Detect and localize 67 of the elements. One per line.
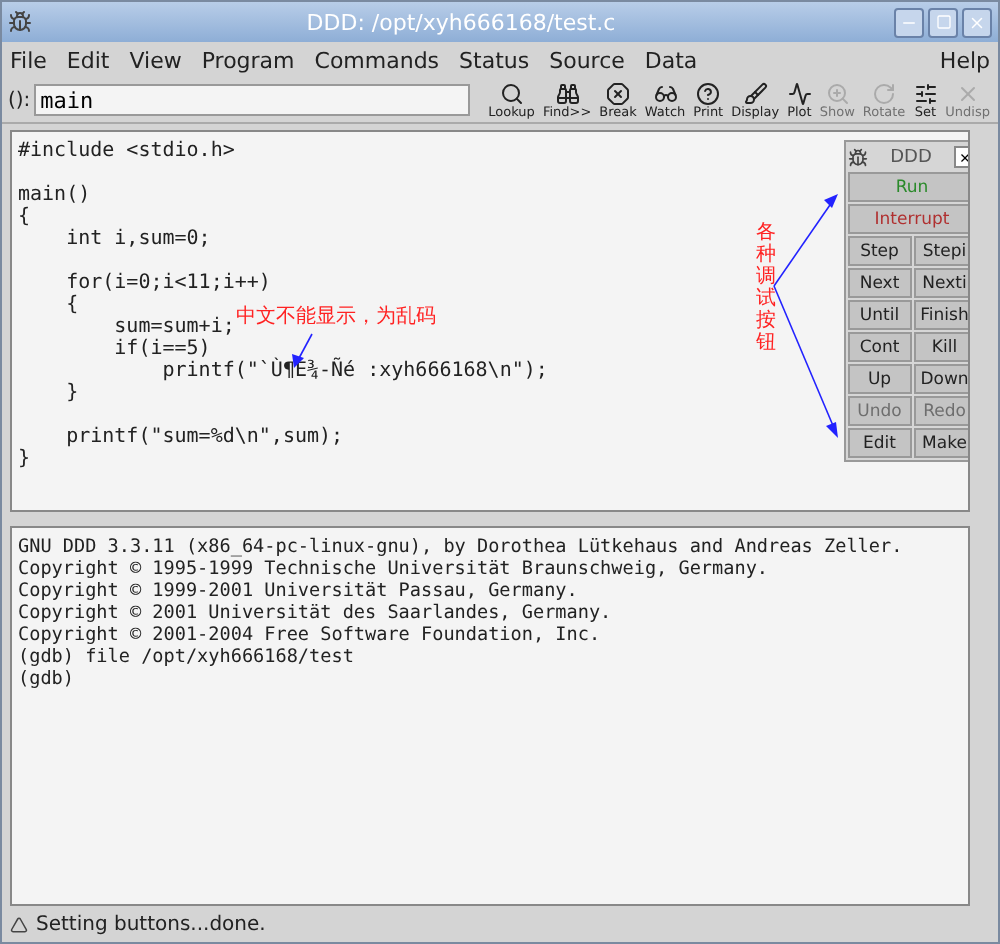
binoculars-icon [555, 81, 580, 105]
cross-icon [955, 81, 980, 105]
close-icon [968, 13, 986, 31]
question-icon [696, 81, 721, 105]
command-button[interactable]: Make [913, 428, 968, 458]
menu-item[interactable]: View [129, 47, 182, 73]
command-button[interactable]: Step [848, 236, 911, 266]
code-line: { [18, 206, 31, 228]
brush-icon [743, 81, 768, 105]
code-line: int i,sum=0; [64, 228, 211, 250]
rotate-icon [872, 81, 897, 105]
wave-icon [787, 81, 812, 105]
menu-item[interactable]: File [10, 47, 47, 73]
search-icon [499, 81, 524, 105]
annotation-text: 各种调试按钮 [756, 222, 776, 354]
command-button[interactable]: Next [848, 268, 911, 298]
code-line: sum=sum+i; [112, 316, 235, 338]
console-line: Copyright © 2001 Universität des Saarlandes, Germany. [18, 601, 614, 623]
command-button[interactable]: Down [913, 364, 968, 394]
code-line: #include <stdio.h> [18, 140, 235, 162]
maximize-icon [935, 14, 951, 30]
bug-icon [8, 10, 32, 34]
command-button[interactable]: Until [848, 300, 911, 330]
menu-item[interactable]: Source [549, 47, 625, 73]
code-line: if(i==5) [112, 338, 211, 360]
menu-item[interactable]: Edit [66, 47, 110, 73]
command-button[interactable]: Cont [848, 332, 911, 362]
argument-label: (): [8, 89, 31, 111]
menu-item[interactable]: Commands [314, 47, 440, 73]
sliders-icon [913, 81, 938, 105]
close-button[interactable] [962, 7, 992, 37]
triangle-icon [10, 915, 28, 933]
console-line: GNU DDD 3.3.11 (x86_64-pc-linux-gnu), by Dorothea Lütkehaus and Andreas Zeller. [18, 535, 905, 557]
menu-item[interactable]: Program [201, 47, 295, 73]
command-button[interactable]: Nexti [913, 268, 968, 298]
command-button[interactable]: Stepi [913, 236, 968, 266]
annotation-text: 中文不能显示，为乱码 [236, 303, 436, 330]
zoom-icon [825, 81, 850, 105]
command-button[interactable]: Kill [913, 332, 968, 362]
command-button[interactable]: Edit [848, 428, 911, 458]
tool-title: DDD [888, 147, 934, 167]
window-title: DDD: /opt/xyh666168/test.c [304, 9, 618, 35]
command-button[interactable]: Interrupt [848, 204, 968, 234]
console-line: (gdb) file /opt/xyh666168/test [18, 645, 356, 667]
minimize-button[interactable] [894, 7, 924, 37]
stop-icon [606, 81, 631, 105]
argument-field[interactable]: main [34, 84, 471, 116]
glasses-icon [653, 81, 678, 105]
code-line: for(i=0;i<11;i++) [64, 272, 271, 294]
command-button[interactable]: Finish [913, 300, 968, 330]
bug-icon [848, 147, 868, 167]
code-line: main() [18, 184, 91, 206]
code-line: { [64, 294, 79, 316]
console-line: Copyright © 2001-2004 Free Software Foundation, Inc. [18, 623, 603, 645]
help-menu[interactable]: Help [939, 47, 990, 73]
code-line: printf("`Ù¶È¾-Ñé :xyh666168\n"); [160, 360, 548, 382]
console-line: Copyright © 1995-1999 Technische Universität Braunschweig, Germany. [18, 557, 771, 579]
code-line: } [64, 382, 79, 404]
command-button[interactable]: Up [848, 364, 911, 394]
code-line: printf("sum=%d\n",sum); [64, 426, 344, 448]
console-line: (gdb) [18, 667, 76, 689]
console-line: Copyright © 1999-2001 Universität Passau, Germany. [18, 579, 580, 601]
status-text: Setting buttons...done. [36, 913, 266, 935]
menu-item[interactable]: Data [644, 47, 698, 73]
code-line: } [18, 448, 31, 470]
menu-item[interactable]: Status [459, 47, 530, 73]
maximize-button[interactable] [928, 7, 958, 37]
